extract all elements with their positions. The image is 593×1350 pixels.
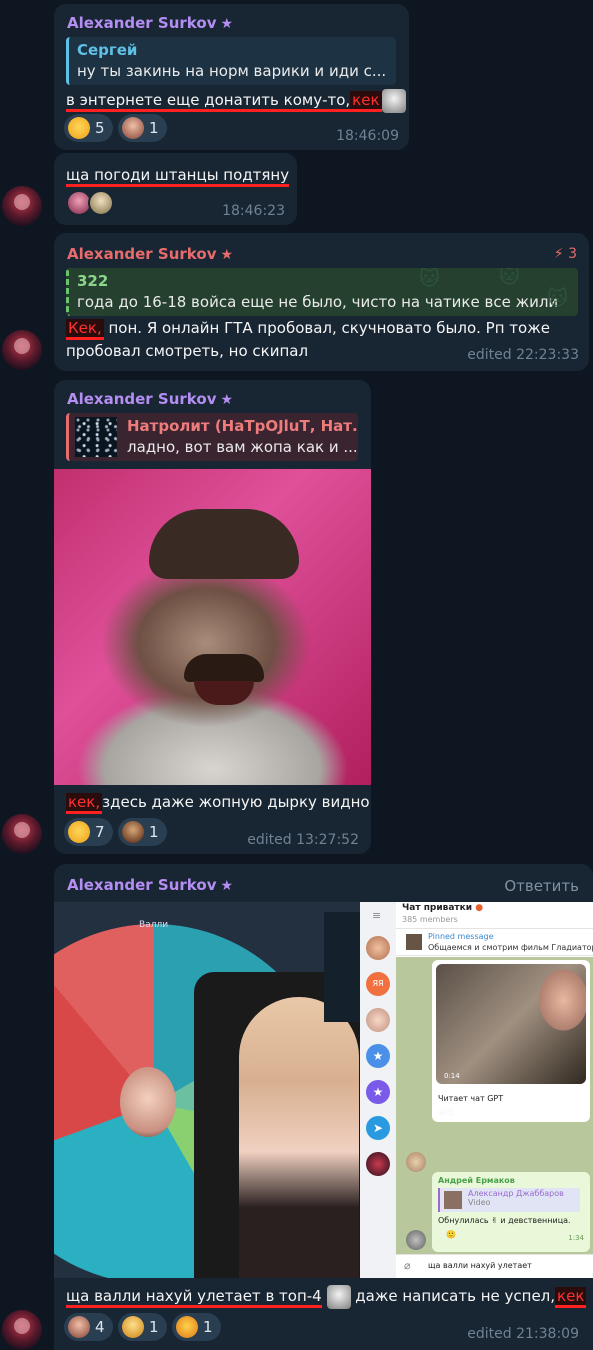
laughing-man-gif[interactable] bbox=[54, 469, 371, 785]
stream-screenshot[interactable]: Валли ≡ ЯЯ ★ ★ ➤ Чат приватки ● 385 memb… bbox=[54, 902, 593, 1278]
reply-author: Сергей bbox=[77, 41, 138, 59]
kek-emoji-text: Кек, bbox=[66, 319, 104, 340]
message-text: кек, здесь даже жопную дырку видно bbox=[66, 790, 370, 814]
cat-pattern-icon: 🐱 bbox=[419, 268, 440, 290]
chat-avatar-icon bbox=[366, 936, 390, 960]
star-folder-icon: ★ bbox=[366, 1080, 390, 1104]
cat-pattern-icon: 🐱 bbox=[499, 268, 520, 288]
message-time: edited 22:23:33 bbox=[467, 347, 579, 363]
sender-name[interactable]: Alexander Surkov ★ bbox=[67, 14, 233, 32]
reaction-raised-hands[interactable]: 1 bbox=[118, 1313, 167, 1341]
mouth-shape bbox=[194, 681, 254, 705]
premium-star-icon: ★ bbox=[220, 16, 234, 32]
sender-name[interactable]: Alexander Surkov ★ bbox=[67, 876, 233, 894]
premium-star-icon: ★ bbox=[220, 392, 234, 408]
boost-badge: ⚡ 3 bbox=[553, 246, 577, 262]
pinned-thumbnail-image bbox=[406, 934, 422, 950]
sender-avatar-icon bbox=[406, 1152, 426, 1172]
reaction-face[interactable]: 4 bbox=[64, 1313, 113, 1341]
message-time: edited 13:27:52 bbox=[247, 832, 359, 848]
premium-star-icon: ★ bbox=[220, 878, 234, 894]
grin-emoji-icon bbox=[68, 821, 90, 843]
reaction-wow[interactable]: 1 bbox=[172, 1313, 221, 1341]
folder-badge: ЯЯ bbox=[366, 972, 390, 996]
streamer-face-image bbox=[120, 1067, 176, 1137]
reaction-icons: 😊🙂 bbox=[438, 1230, 457, 1239]
chat-avatar-icon bbox=[366, 1152, 390, 1176]
reaction-grin[interactable]: 5 bbox=[64, 114, 113, 142]
reply-preview[interactable]: 322 года до 16-18 войса еще не было, чис… bbox=[66, 268, 578, 316]
raised-hands-emoji-icon bbox=[122, 1316, 144, 1338]
kek-emoji-text: кек bbox=[350, 91, 382, 112]
grin-emoji-icon bbox=[68, 117, 90, 139]
reply-author: Натролит (НаТрОЈluТ, Нат... bbox=[127, 417, 358, 435]
sender-name[interactable]: Alexander Surkov ★ bbox=[67, 390, 233, 408]
menu-icon: ≡ bbox=[372, 909, 382, 922]
hair-shape bbox=[149, 509, 299, 579]
message-bubble[interactable]: ща погоди штанцы подтяну 18:46:23 bbox=[54, 153, 297, 225]
chat-screenshot: ≡ ЯЯ ★ ★ ➤ Чат приватки ● 385 members Pi… bbox=[360, 902, 593, 1278]
reaction-grin[interactable]: 7 bbox=[64, 818, 113, 846]
message-time: edited 21:38:09 bbox=[467, 1326, 579, 1342]
premium-star-icon: ★ bbox=[220, 247, 234, 263]
message-text: в энтернете еще донатить кому-то, кек bbox=[66, 88, 406, 113]
video-thumbnail-image bbox=[436, 964, 586, 1084]
kek-emoji-text: кек bbox=[555, 1287, 587, 1308]
face-sticker-icon bbox=[381, 88, 406, 113]
reply-text: ну ты закинь на норм варики и иди с... bbox=[77, 62, 387, 80]
video-message: 0:14 Читает чат GPT 😄😊 bbox=[432, 960, 590, 1122]
attach-icon: ⌀ bbox=[404, 1259, 411, 1272]
sender-avatar-icon bbox=[406, 1230, 426, 1250]
streamer-image bbox=[239, 997, 359, 1278]
star-folder-icon: ★ bbox=[366, 1044, 390, 1068]
avatar[interactable] bbox=[2, 186, 42, 226]
reply-text: ладно, вот вам жопа как и ... bbox=[127, 438, 358, 456]
reply-text: года до 16-18 войса еще не было, чисто н… bbox=[77, 293, 559, 311]
avatar[interactable] bbox=[2, 814, 42, 854]
reply-button[interactable]: Ответить bbox=[504, 877, 579, 895]
message-text: ща погоди штанцы подтяну bbox=[66, 163, 290, 187]
stream-overlay-panel bbox=[324, 912, 360, 1022]
chat-members: 385 members bbox=[402, 915, 458, 924]
nested-reply: Александр Джаббаров Video bbox=[438, 1188, 580, 1212]
message-bubble[interactable]: Alexander Surkov ★ ⚡ 3 322 года до 16-18 … bbox=[54, 233, 589, 371]
message-text: ща валли нахуй улетает в топ-4 даже напи… bbox=[66, 1284, 587, 1309]
message-bubble[interactable]: Alexander Surkov ★ Натролит (НаТрОЈluТ, Н… bbox=[54, 380, 371, 854]
reply-thumbnail-image bbox=[75, 417, 117, 457]
face-sticker-icon bbox=[122, 117, 144, 139]
reaction-icons: 😄😊 bbox=[438, 1108, 455, 1117]
avatar[interactable] bbox=[2, 1310, 42, 1350]
wow-emoji-icon bbox=[176, 1316, 198, 1338]
reply-message: Андрей Ермаков Александр Джаббаров Video… bbox=[432, 1172, 590, 1252]
boost-icon: ⚡ bbox=[553, 246, 564, 262]
folder-sidebar: ≡ ЯЯ ★ ★ ➤ bbox=[360, 902, 396, 1278]
cat-pattern-icon: 🐱 bbox=[547, 286, 568, 310]
stream-area: Валли bbox=[54, 902, 384, 1278]
telegram-icon: ➤ bbox=[366, 1116, 390, 1140]
mustache-sticker-icon bbox=[122, 821, 144, 843]
message-input: ⌀ ща валли нахуй улетает bbox=[396, 1254, 593, 1278]
kek-emoji-text: кек, bbox=[66, 793, 103, 814]
face-sticker-icon bbox=[68, 1316, 90, 1338]
message-time: 18:46:09 bbox=[336, 128, 399, 144]
message-time: 18:46:23 bbox=[222, 203, 285, 219]
reader-avatar-icon bbox=[88, 190, 114, 216]
reaction-face[interactable]: 1 bbox=[118, 114, 167, 142]
pinned-bar: Pinned message Общаемся и смотрим фильм … bbox=[396, 928, 593, 956]
wheel-label: Валли bbox=[139, 920, 169, 930]
reaction-mustache[interactable]: 1 bbox=[118, 818, 167, 846]
reply-preview[interactable]: Натролит (НаТрОЈluТ, Нат... ладно, вот в… bbox=[66, 413, 358, 461]
nested-thumbnail-image bbox=[444, 1191, 462, 1209]
avatar[interactable] bbox=[2, 330, 42, 370]
message-bubble[interactable]: Alexander Surkov ★ Ответить Валли ≡ ЯЯ ★ … bbox=[54, 864, 593, 1350]
mustache-shape bbox=[184, 654, 264, 682]
sender-name[interactable]: Alexander Surkov ★ bbox=[67, 245, 233, 263]
reply-preview[interactable]: Сергей ну ты закинь на норм варики и иди… bbox=[66, 37, 396, 85]
reply-author: 322 bbox=[77, 272, 109, 290]
face-sticker-icon bbox=[326, 1284, 351, 1309]
chat-avatar-icon bbox=[366, 1008, 390, 1032]
message-bubble[interactable]: Alexander Surkov ★ Сергей ну ты закинь на… bbox=[54, 4, 409, 150]
chat-title: Чат приватки ● bbox=[402, 903, 484, 913]
